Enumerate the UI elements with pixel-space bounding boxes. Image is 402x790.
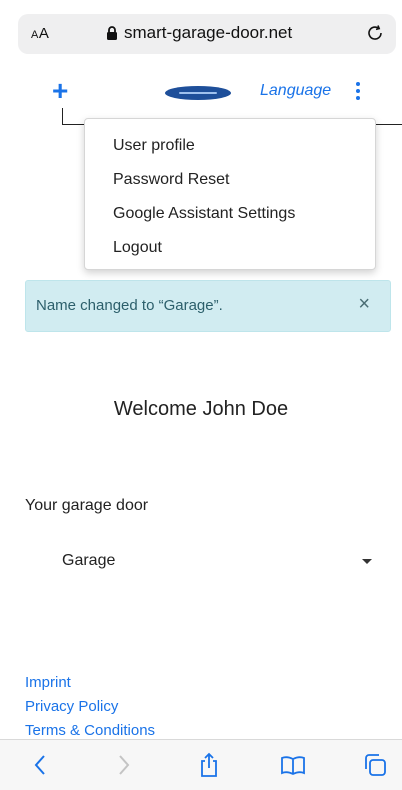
garage-door-label: Your garage door: [25, 497, 149, 514]
chevron-down-icon: [362, 559, 372, 564]
kebab-menu-icon: [352, 82, 364, 100]
back-button[interactable]: [28, 752, 54, 778]
menu-connector-line: [62, 108, 63, 124]
reader-small-a: A: [31, 29, 39, 41]
kebab-menu-button[interactable]: [352, 82, 364, 102]
menu-item-logout[interactable]: Logout: [113, 239, 162, 257]
browser-toolbar: [0, 739, 402, 790]
welcome-heading: Welcome John Doe: [113, 398, 289, 420]
url-display[interactable]: smart-garage-door.net: [106, 23, 292, 43]
imprint-link[interactable]: Imprint: [25, 674, 71, 691]
bookmarks-button[interactable]: [280, 752, 306, 778]
reader-large-a: A: [38, 25, 50, 42]
close-icon[interactable]: ×: [358, 293, 370, 316]
lock-icon: [107, 25, 117, 40]
user-dropdown-menu: User profile Password Reset Google Assis…: [84, 118, 376, 270]
tabs-button[interactable]: [362, 752, 388, 778]
url-field[interactable]: AA smart-garage-door.net: [18, 14, 396, 54]
browser-address-bar: AA smart-garage-door.net: [0, 0, 402, 62]
share-button[interactable]: [196, 752, 222, 778]
menu-item-user-profile[interactable]: User profile: [113, 137, 195, 155]
privacy-policy-link[interactable]: Privacy Policy: [25, 698, 118, 715]
alert-message: Name changed to “Garage”.: [36, 297, 223, 314]
language-link[interactable]: Language: [260, 82, 331, 100]
garage-door-selected-value: Garage: [62, 552, 116, 569]
bookmarks-icon: [281, 756, 305, 776]
tabs-icon: [365, 754, 386, 776]
reader-text-size-button[interactable]: AA: [31, 25, 49, 42]
reload-icon: [368, 25, 382, 40]
menu-item-password-reset[interactable]: Password Reset: [113, 171, 230, 189]
brand-logo: [165, 86, 231, 100]
forward-icon: [119, 755, 130, 775]
share-icon: [201, 752, 217, 777]
info-alert: Name changed to “Garage”. ×: [25, 280, 391, 332]
reload-button[interactable]: [364, 22, 386, 49]
back-icon: [34, 755, 45, 775]
menu-item-google-assistant-settings[interactable]: Google Assistant Settings: [113, 205, 295, 223]
add-device-button[interactable]: +: [52, 75, 72, 106]
forward-button[interactable]: [110, 752, 136, 778]
terms-conditions-link[interactable]: Terms & Conditions: [25, 722, 155, 739]
url-text: smart-garage-door.net: [124, 23, 293, 42]
plus-icon: +: [52, 75, 69, 106]
garage-door-select[interactable]: Garage: [46, 548, 386, 576]
